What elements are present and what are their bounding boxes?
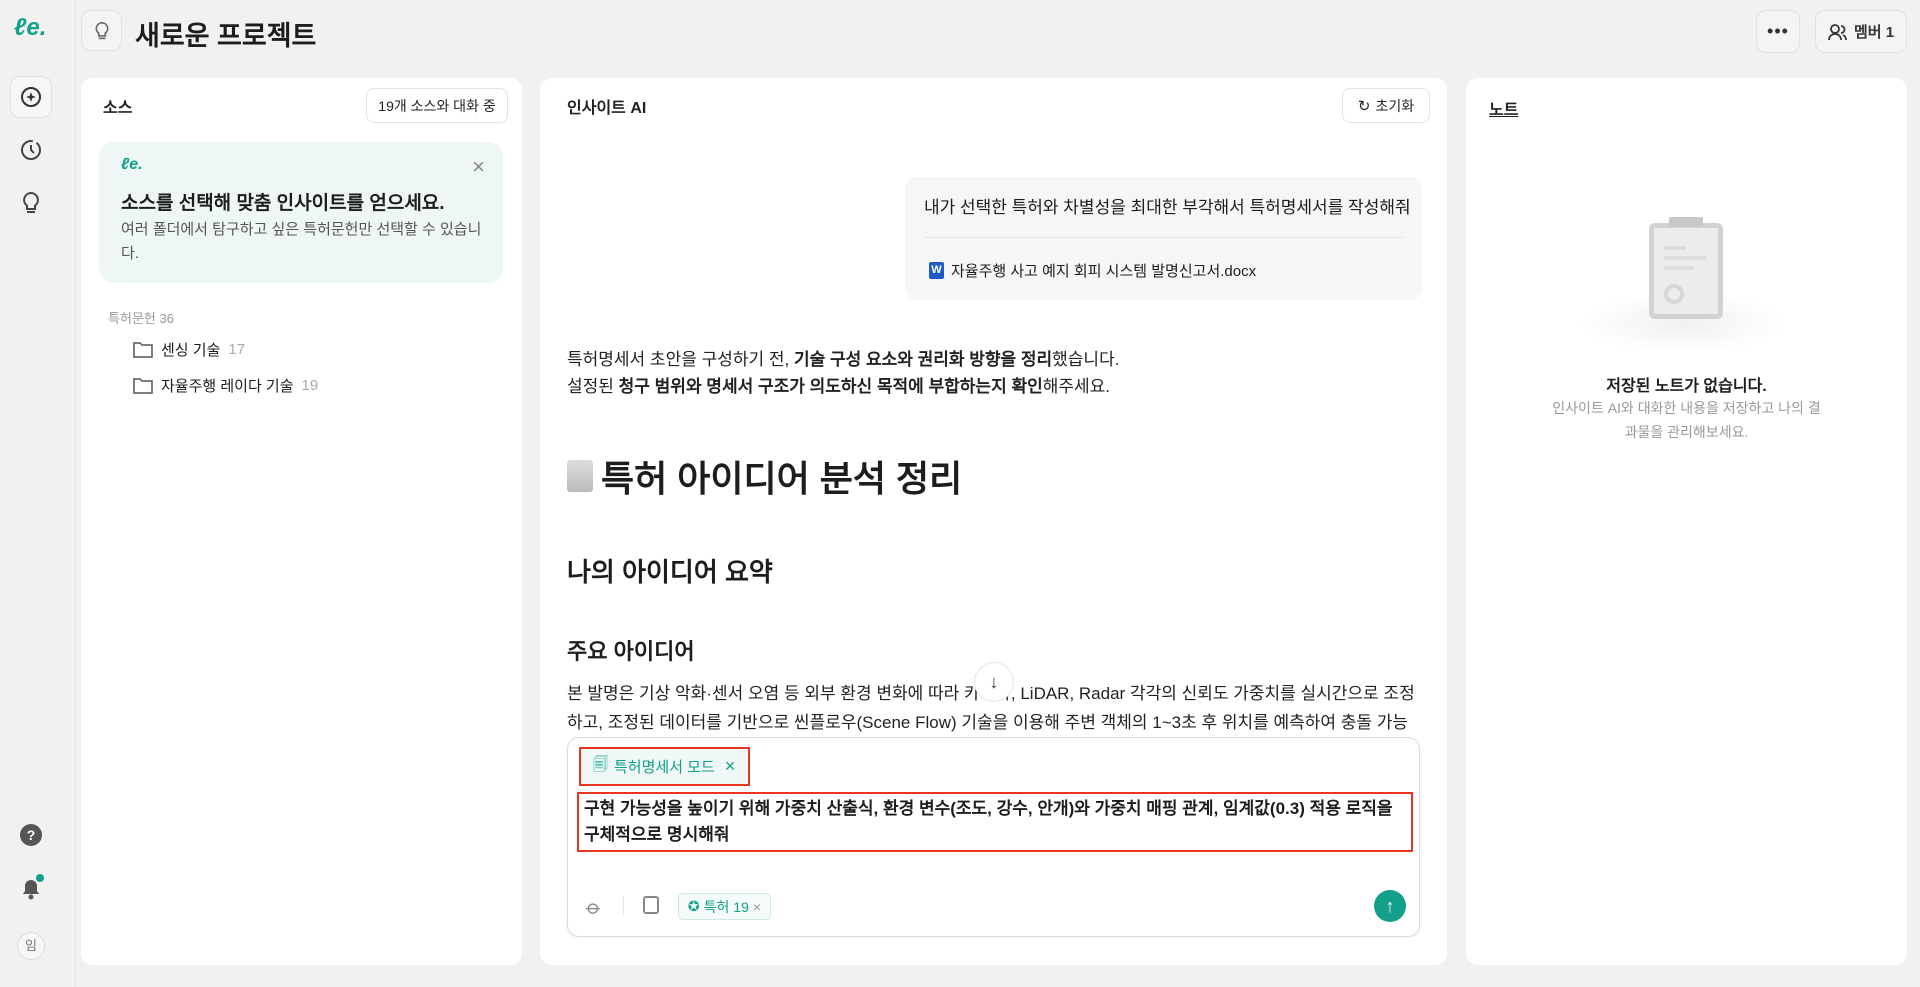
insights-button[interactable] [10,182,52,224]
user-avatar[interactable]: 임 [17,932,45,960]
attachment-file[interactable]: W 자율주행 사고 예지 회피 시스템 발명신고서.docx [929,260,1256,281]
clipboard-icon [1649,223,1723,319]
user-message-text: 내가 선택한 특허와 차별성을 최대한 부각해서 특허명세서를 작성해줘 [924,198,1411,217]
word-doc-icon: W [929,262,944,279]
banner-logo: ℓe. [121,156,143,173]
folder-icon [133,342,153,358]
lightbulb-icon [23,191,39,213]
notes-title: 노트 [1489,102,1519,119]
attach-paperclip-icon[interactable]: ⌀ [581,894,607,920]
notifications-button[interactable] [10,868,52,910]
refresh-icon: ↻ [1357,97,1371,115]
document-emoji-icon [567,460,593,492]
select-sources-banner: ℓe. × 소스를 선택해 맞춤 인사이트를 얻으세요. 여러 폴더에서 탐구하… [99,142,503,283]
sources-panel: 소스 19개 소스와 대화 중 ℓe. × 소스를 선택해 맞춤 인사이트를 얻… [81,78,522,965]
arrow-down-icon: ↓ [989,672,999,692]
users-icon [1828,23,1847,40]
members-button[interactable]: 멤버 1 [1815,10,1907,53]
folder-item[interactable]: 센싱 기술 17 [133,339,245,360]
send-button[interactable]: ↑ [1374,890,1406,922]
intro-paragraph: 특허명세서 초안을 구성하기 전, 기술 구성 요소와 권리화 방향을 정리했습… [567,350,1120,396]
heading-3: 주요 아이디어 [567,639,695,664]
divider [924,237,1403,238]
folder-item[interactable]: 자율주행 레이다 기술 19 [133,375,318,396]
help-icon: ? [20,824,42,846]
left-rail: ℓe. ? 임 [0,0,76,987]
project-icon-button[interactable] [81,10,122,51]
heading-2: 나의 아이디어 요약 [567,557,773,587]
lightbulb-icon [95,21,108,39]
document-edit-icon: 🗐 [593,756,608,773]
composer: 🗐 특허명세서 모드 × 구현 가능성을 높이기 위해 가중치 산출식, 환경 … [567,737,1420,937]
empty-notes-text: 인사이트 AI와 대화한 내용을 저장하고 나의 결과물을 관리해보세요. [1552,400,1821,440]
source-chip-label: 특허 19 [703,898,749,915]
folder-name: 센싱 기술 [161,342,221,359]
new-chat-button[interactable] [10,76,52,118]
help-button[interactable]: ? [10,814,52,856]
banner-text: 여러 폴더에서 탐구하고 싶은 특허문헌만 선택할 수 있습니다. [121,221,482,262]
source-stack-icon[interactable] [643,896,659,914]
user-message-bubble: 내가 선택한 특허와 차별성을 최대한 부각해서 특허명세서를 작성해줘 W 자… [905,177,1422,300]
insight-ai-panel: 인사이트 AI ↻ 초기화 내가 선택한 특허와 차별성을 최대한 부각해서 특… [540,78,1447,965]
app-logo[interactable]: ℓe. [14,14,46,42]
remove-source-icon[interactable]: × [753,899,761,915]
folder-icon [133,378,153,394]
scroll-down-button[interactable]: ↓ [974,662,1014,702]
empty-notes-illustration [1579,193,1789,353]
empty-notes-title: 저장된 노트가 없습니다. [1606,378,1767,395]
more-icon: ••• [1767,21,1789,41]
project-title[interactable]: 새로운 프로젝트 [135,14,316,53]
attachment-name: 자율주행 사고 예지 회피 시스템 발명신고서.docx [951,263,1257,280]
more-options-button[interactable]: ••• [1756,10,1800,53]
sources-title: 소스 [103,100,133,117]
arrow-up-icon: ↑ [1385,896,1395,916]
reset-label: 초기화 [1375,97,1415,114]
patent-source-chip[interactable]: ✪ 특허 19 × [678,893,771,920]
heading-1: 특허 아이디어 분석 정리 [567,450,962,502]
chat-title: 인사이트 AI [567,100,647,117]
notes-panel: 노트 저장된 노트가 없습니다. 인사이트 AI와 대화한 내용을 저장하고 나… [1466,78,1907,965]
remove-mode-icon[interactable]: × [725,756,736,777]
members-label: 멤버 1 [1853,24,1895,41]
reset-button[interactable]: ↻ 초기화 [1342,88,1430,123]
folder-name: 자율주행 레이다 기술 [161,378,294,395]
history-icon [21,140,41,160]
chat-sources-button[interactable]: 19개 소스와 대화 중 [366,88,508,123]
banner-title: 소스를 선택해 맞춤 인사이트를 얻으세요. [121,193,445,214]
close-banner-icon[interactable]: × [472,154,485,180]
patent-spec-mode-chip[interactable]: 🗐 특허명세서 모드 × [579,747,750,786]
notification-dot [36,874,44,882]
folder-count: 17 [228,341,246,358]
badge-icon: ✪ [687,898,700,914]
message-input[interactable]: 구현 가능성을 높이기 위해 가중치 산출식, 환경 변수(조도, 강수, 안개… [577,792,1413,852]
group-label: 특허문헌 36 [108,311,174,326]
mode-chip-label: 특허명세서 모드 [614,759,715,776]
folder-count: 19 [301,377,319,394]
chat-sparkle-icon [21,87,41,107]
divider [623,896,624,916]
history-button[interactable] [10,129,52,171]
